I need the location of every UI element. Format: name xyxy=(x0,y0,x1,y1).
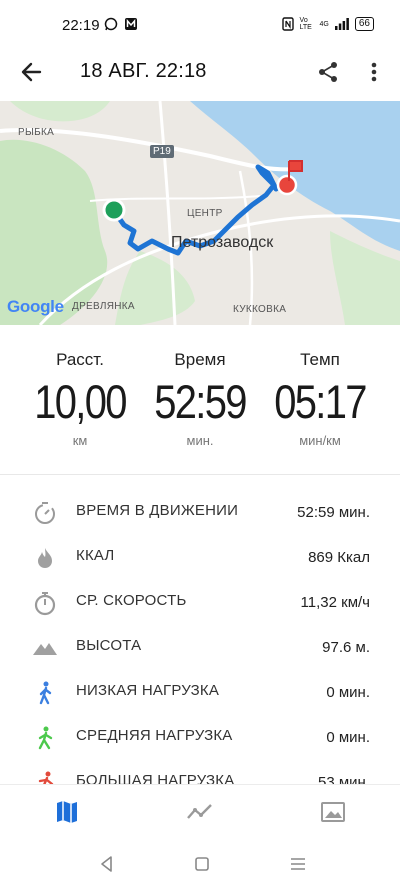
mountain-icon xyxy=(33,643,57,655)
stat-pace-label: Темп xyxy=(300,350,340,369)
metric-label: ВРЕМЯ В ДВИЖЕНИИ xyxy=(76,502,239,519)
network-label: 4G xyxy=(319,20,329,28)
status-bar: 22:19 Vo LTE 4G 66 xyxy=(0,0,400,48)
notification-icons xyxy=(104,17,138,31)
system-indicators: Vo LTE 4G 66 xyxy=(281,17,374,31)
nav-tab-photos[interactable] xyxy=(318,799,348,825)
stopwatch-icon xyxy=(34,592,56,616)
google-logo: Google xyxy=(7,297,64,316)
stat-distance-unit: км xyxy=(72,433,88,448)
map-label-center: ЦЕНТР xyxy=(187,208,223,219)
system-back-button[interactable] xyxy=(95,852,119,876)
stat-distance: Расст. 10,00 км xyxy=(20,340,140,448)
metric-row-altitude: ВЫСОТА 97.6 м. xyxy=(0,625,400,669)
arrow-back-icon xyxy=(21,62,42,82)
menu-lines-icon xyxy=(291,858,305,870)
map-label-rybka: РЫБКА xyxy=(18,127,55,138)
stat-time-label: Время xyxy=(174,350,226,369)
stat-time-unit: мин. xyxy=(186,433,214,448)
map-city-label: Петрозаводск xyxy=(171,234,274,251)
stat-pace-unit: мин/км xyxy=(299,433,341,448)
square-home-icon xyxy=(195,857,209,871)
metric-row-high-load: БОЛЬШАЯ НАГРУЗКА 53 мин. xyxy=(0,760,400,784)
share-button[interactable] xyxy=(316,58,340,86)
nav-tab-map[interactable] xyxy=(52,799,82,825)
metric-value: 11,32 км/ч xyxy=(300,594,370,611)
walker-medium-icon xyxy=(38,726,53,750)
section-divider xyxy=(0,474,400,475)
more-vert-icon xyxy=(371,62,377,82)
metric-label: БОЛЬШАЯ НАГРУЗКА xyxy=(76,772,235,784)
metric-label: НИЗКАЯ НАГРУЗКА xyxy=(76,682,220,699)
metric-row-avg-speed: СР. СКОРОСТЬ 11,32 км/ч xyxy=(0,580,400,624)
runner-high-icon xyxy=(38,771,54,784)
flame-icon xyxy=(38,548,52,568)
volte-label: Vo LTE xyxy=(299,17,312,31)
nav-tab-chart[interactable] xyxy=(185,799,215,825)
signal-icon xyxy=(334,18,349,30)
metric-label: ВЫСОТА xyxy=(76,637,142,654)
stat-pace-value: 05:17 xyxy=(274,375,367,428)
lake-water xyxy=(190,101,400,251)
route-map[interactable]: РЫБКА P19 ЦЕНТР Петрозаводск ДРЕВЛЯНКА К… xyxy=(0,101,400,325)
chart-line-icon xyxy=(187,804,212,819)
route-finish-marker xyxy=(276,174,298,196)
back-button[interactable] xyxy=(18,58,46,86)
page-title: 18 АВГ. 22:18 xyxy=(80,60,207,82)
route-start-marker xyxy=(102,198,126,222)
whatsapp-icon xyxy=(104,17,118,31)
stat-pace: Темп 05:17 мин/км xyxy=(260,340,380,448)
metric-label: ККАЛ xyxy=(76,547,115,564)
metric-row-low-load: НИЗКАЯ НАГРУЗКА 0 мин. xyxy=(0,670,400,714)
metric-row-medium-load: СРЕДНЯЯ НАГРУЗКА 0 мин. xyxy=(0,715,400,759)
map-label-kukkovka: КУККОВКА xyxy=(233,304,287,315)
status-time: 22:19 xyxy=(62,17,100,34)
metric-value: 52:59 мин. xyxy=(297,504,370,521)
metric-row-kcal: ККАЛ 869 Ккал xyxy=(0,535,400,579)
stat-distance-value: 10,00 xyxy=(34,375,127,428)
metric-label: СР. СКОРОСТЬ xyxy=(76,592,187,609)
more-options-button[interactable] xyxy=(364,58,384,86)
walker-low-icon xyxy=(39,681,52,705)
stat-time: Время 52:59 мин. xyxy=(140,340,260,448)
triangle-back-icon xyxy=(101,856,112,872)
map-label-drevlyanka: ДРЕВЛЯНКА xyxy=(72,301,135,312)
metric-value: 53 мин. xyxy=(318,774,370,784)
metric-value: 0 мин. xyxy=(326,684,370,701)
photo-icon xyxy=(321,802,345,822)
map-icon xyxy=(57,801,77,823)
metric-label: СРЕДНЯЯ НАГРУЗКА xyxy=(76,727,233,744)
park-area-north xyxy=(10,101,110,122)
system-home-button[interactable] xyxy=(190,852,214,876)
metrics-list[interactable]: ВРЕМЯ В ДВИЖЕНИИ 52:59 мин. ККАЛ 869 Кка… xyxy=(0,490,400,784)
bottom-navigation xyxy=(0,784,400,840)
stat-distance-label: Расст. xyxy=(56,350,104,369)
road-badge: P19 xyxy=(150,145,174,158)
summary-stats: Расст. 10,00 км Время 52:59 мин. Темп 05… xyxy=(0,340,400,460)
app-bar: 18 АВГ. 22:18 xyxy=(0,48,400,96)
stopwatch-moving-icon xyxy=(35,502,55,524)
stat-time-value: 52:59 xyxy=(154,375,247,428)
app-m-icon xyxy=(125,18,137,30)
system-navigation xyxy=(0,840,400,889)
share-icon xyxy=(319,62,337,82)
metric-value: 0 мин. xyxy=(326,729,370,746)
system-recents-button[interactable] xyxy=(286,852,310,876)
nfc-icon xyxy=(281,17,294,31)
battery-indicator: 66 xyxy=(354,17,374,31)
metric-value: 97.6 м. xyxy=(322,639,370,656)
metric-value: 869 Ккал xyxy=(308,549,370,566)
metric-row-moving-time: ВРЕМЯ В ДВИЖЕНИИ 52:59 мин. xyxy=(0,490,400,534)
